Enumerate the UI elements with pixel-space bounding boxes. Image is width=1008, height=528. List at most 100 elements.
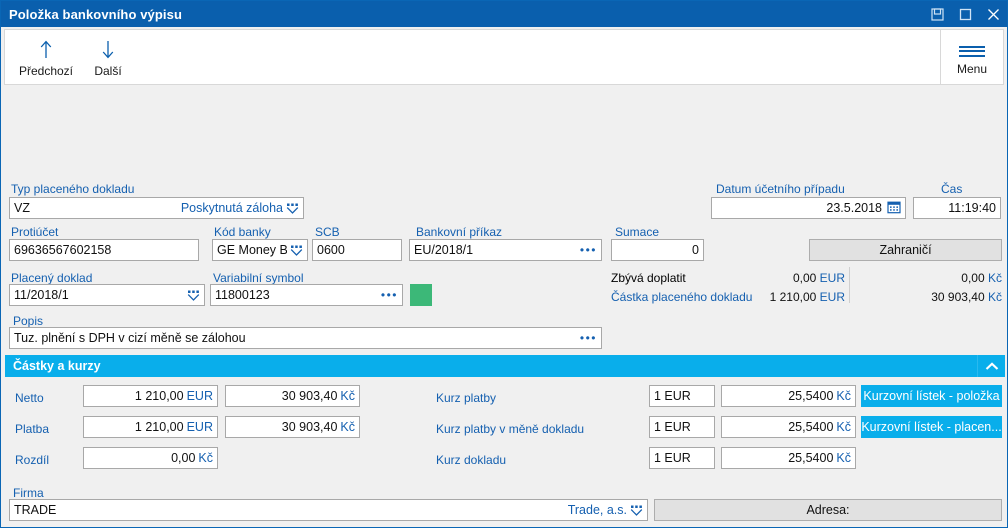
exchange-rate-payment-button[interactable]: Kurzovní lístek - placen... [861,416,1002,438]
variable-symbol-field[interactable]: 11800123 ••• [210,284,403,306]
rozdil-currency: Kč [198,451,213,465]
netto-czk-field[interactable]: 30 903,40 Kč [225,385,360,407]
time-field[interactable]: 11:19:40 [913,197,1001,219]
platba-czk-value: 30 903,40 [281,420,338,434]
next-button[interactable]: Další [77,30,139,84]
kurz-platby-meny-unit-value: 1 EUR [654,420,691,434]
rozdil-value: 0,00 [171,451,196,465]
time-value: 11:19:40 [948,201,996,215]
remaining-czk-currency: Kč [987,271,1002,285]
netto-label: Netto [15,391,44,405]
counter-account-field[interactable]: 69636567602158 [9,239,199,261]
kurz-dokladu-rate-currency: Kč [836,451,851,465]
platba-eur-currency: EUR [186,420,213,434]
platba-czk-field[interactable]: 30 903,40 Kč [225,416,360,438]
window-title: Položka bankovního výpisu [9,6,182,22]
accounting-date-value: 23.5.2018 [826,201,882,215]
kurz-platby-unit-value: 1 EUR [654,389,691,403]
amounts-section-header[interactable]: Částky a kurzy [5,355,1005,377]
scb-label: SCB [315,225,340,239]
remaining-eur-currency: EUR [819,271,845,285]
summation-label: Sumace [615,225,660,239]
kurz-platby-rate-field[interactable]: 25,5400 Kč [721,385,856,407]
firma-field[interactable]: TRADE Trade, a.s. [9,499,648,521]
netto-eur-currency: EUR [186,389,213,403]
firma-label: Firma [13,486,44,500]
doc-type-text: Poskytnutá záloha [180,201,283,215]
kurz-platby-unit-field[interactable]: 1 EUR [649,385,715,407]
firma-code: TRADE [14,503,57,517]
counter-account-label: Protiúčet [11,225,59,239]
kurz-dokladu-unit-value: 1 EUR [654,451,691,465]
paid-doc-value: 11/2018/1 [14,288,69,302]
remaining-eur-value: 0,00 [792,271,817,285]
paid-amount-eur-currency: EUR [819,290,845,304]
previous-label: Předchozí [18,63,74,78]
kurz-dokladu-rate-value: 25,5400 [788,451,834,465]
amount-divider [849,267,850,303]
description-value: Tuz. plnění s DPH v cizí měně se zálohou [14,331,246,345]
variable-symbol-value: 11800123 [215,288,270,302]
kurz-dokladu-rate-field[interactable]: 25,5400 Kč [721,447,856,469]
bank-code-field[interactable]: GE Money B [212,239,308,261]
exchange-rate-item-button[interactable]: Kurzovní lístek - položka [861,385,1002,407]
counter-account-value: 69636567602158 [14,243,112,257]
bank-order-label: Bankovní příkaz [416,225,503,239]
bank-statement-item-window: Položka bankovního výpisu Předchozí Dalš… [0,0,1008,528]
kurz-platby-meny-rate-field[interactable]: 25,5400 Kč [721,416,856,438]
accounting-date-label: Datum účetního případu [716,182,845,196]
menu-button[interactable]: Menu [941,30,1003,84]
summation-field[interactable]: 0 [611,239,704,261]
hamburger-icon [959,40,985,62]
chevron-down-icon[interactable] [187,289,200,302]
platba-czk-currency: Kč [340,420,355,434]
remaining-label: Zbývá doplatit [611,271,686,285]
kurz-dokladu-label: Kurz dokladu [436,453,507,467]
ellipsis-icon[interactable]: ••• [377,289,398,301]
description-field[interactable]: Tuz. plnění s DPH v cizí měně se zálohou… [9,327,602,349]
bank-order-value: EU/2018/1 [414,243,474,257]
accounting-date-field[interactable]: 23.5.2018 [711,197,906,219]
kurz-platby-meny-unit-field[interactable]: 1 EUR [649,416,715,438]
arrow-down-icon [101,39,115,61]
description-label: Popis [13,314,44,328]
doc-type-label: Typ placeného dokladu [11,182,135,196]
ellipsis-icon[interactable]: ••• [576,244,597,256]
chevron-up-icon[interactable] [977,355,1005,377]
kurz-dokladu-unit-field[interactable]: 1 EUR [649,447,715,469]
toolbar-right-group: Menu [940,30,1003,84]
scb-value: 0600 [317,243,345,257]
platba-eur-field[interactable]: 1 210,00 EUR [83,416,218,438]
rozdil-field[interactable]: 0,00 Kč [83,447,218,469]
netto-czk-value: 30 903,40 [281,389,338,403]
doc-type-code: VZ [14,201,30,215]
address-button[interactable]: Adresa: [654,499,1002,521]
window-title-bar: Položka bankovního výpisu [1,1,1007,27]
scb-field[interactable]: 0600 [312,239,402,261]
time-label: Čas [941,182,963,196]
doc-type-field[interactable]: VZ Poskytnutá záloha [9,197,304,219]
bank-code-label: Kód banky [214,225,271,239]
close-window-button[interactable] [979,1,1007,27]
netto-eur-field[interactable]: 1 210,00 EUR [83,385,218,407]
remaining-eur-row: 0,00 EUR [685,271,845,285]
ellipsis-icon[interactable]: ••• [576,332,597,344]
netto-czk-currency: Kč [340,389,355,403]
chevron-down-icon[interactable] [286,202,299,215]
kurz-platby-rate-value: 25,5400 [788,389,834,403]
bank-order-field[interactable]: EU/2018/1 ••• [409,239,602,261]
chevron-down-icon[interactable] [630,504,643,517]
save-window-button[interactable] [923,1,951,27]
calendar-icon[interactable] [887,200,901,217]
foreign-button[interactable]: Zahraničí [809,239,1002,261]
chevron-down-icon[interactable] [290,244,303,257]
rozdil-label: Rozdíl [15,453,50,467]
paid-amount-czk-row: 30 903,40 Kč [856,290,1002,304]
remaining-czk-value: 0,00 [961,271,985,285]
window-controls [923,1,1007,27]
paid-amount-eur-value: 1 210,00 [769,290,817,304]
variable-symbol-label: Variabilní symbol [213,271,304,285]
maximize-window-button[interactable] [951,1,979,27]
paid-doc-field[interactable]: 11/2018/1 [9,284,205,306]
previous-button[interactable]: Předchozí [15,30,77,84]
